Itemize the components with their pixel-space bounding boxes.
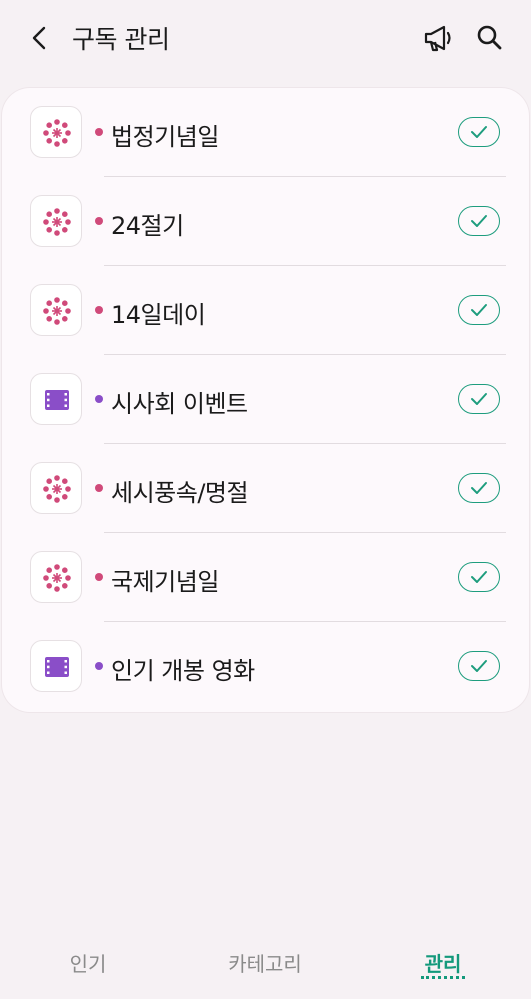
subscribed-toggle-button[interactable]: [458, 206, 500, 236]
page-title: 구독 관리: [72, 25, 170, 54]
check-icon: [471, 660, 487, 672]
chevron-left-icon: [32, 26, 46, 50]
subscribed-toggle-button[interactable]: [458, 562, 500, 592]
subscription-row[interactable]: 법정기념일: [2, 88, 529, 177]
tab-category[interactable]: 카테고리: [195, 948, 335, 977]
bottom-nav: 인기 카테고리 관리: [0, 930, 531, 999]
subscription-row[interactable]: 세시풍속/명절: [2, 444, 529, 533]
check-icon: [471, 304, 487, 316]
tab-popular[interactable]: 인기: [18, 948, 158, 977]
subscription-row[interactable]: 국제기념일: [2, 533, 529, 622]
search-button[interactable]: [472, 20, 508, 56]
calendar-app-icon: [30, 195, 82, 247]
color-dot: [95, 395, 103, 403]
check-icon: [471, 126, 487, 138]
dots-circle-icon: [43, 475, 71, 503]
color-dot: [95, 662, 103, 670]
subscription-label: 시사회 이벤트: [111, 390, 248, 418]
subscription-row[interactable]: 인기 개봉 영화: [2, 622, 529, 711]
color-dot: [95, 484, 103, 492]
calendar-app-icon: [30, 462, 82, 514]
film-icon: [45, 657, 69, 677]
subscribed-toggle-button[interactable]: [458, 473, 500, 503]
search-icon: [477, 25, 502, 50]
check-icon: [471, 393, 487, 405]
subscribed-toggle-button[interactable]: [458, 295, 500, 325]
film-icon: [45, 390, 69, 410]
subscription-list: 법정기념일 24절기 14일데이 시사회 이벤트세시풍속/명절국제기념일 인기 개봉…: [2, 88, 529, 712]
subscription-label: 법정기념일: [111, 123, 219, 151]
calendar-app-icon: [30, 284, 82, 336]
notice-button[interactable]: [420, 20, 456, 56]
megaphone-icon: [424, 25, 451, 52]
subscription-label: 24절기: [111, 212, 184, 240]
active-tab-indicator: [421, 976, 465, 979]
subscription-label: 14일데이: [111, 301, 206, 329]
subscribed-toggle-button[interactable]: [458, 117, 500, 147]
subscription-row[interactable]: 24절기: [2, 177, 529, 266]
app-header: 구독 관리: [0, 0, 531, 76]
dots-circle-icon: [43, 564, 71, 592]
dots-circle-icon: [43, 297, 71, 325]
subscription-label: 인기 개봉 영화: [111, 657, 255, 685]
back-button[interactable]: [24, 22, 56, 54]
subscription-row[interactable]: 14일데이: [2, 266, 529, 355]
calendar-app-icon: [30, 551, 82, 603]
calendar-app-icon: [30, 373, 82, 425]
subscription-label: 세시풍속/명절: [111, 479, 249, 507]
color-dot: [95, 573, 103, 581]
dots-circle-icon: [43, 119, 71, 147]
dots-circle-icon: [43, 208, 71, 236]
check-icon: [471, 571, 487, 583]
calendar-app-icon: [30, 640, 82, 692]
subscription-label: 국제기념일: [111, 568, 219, 596]
subscription-row[interactable]: 시사회 이벤트: [2, 355, 529, 444]
subscribed-toggle-button[interactable]: [458, 651, 500, 681]
check-icon: [471, 215, 487, 227]
tab-manage[interactable]: 관리: [373, 948, 513, 977]
color-dot: [95, 128, 103, 136]
color-dot: [95, 306, 103, 314]
check-icon: [471, 482, 487, 494]
subscribed-toggle-button[interactable]: [458, 384, 500, 414]
calendar-app-icon: [30, 106, 82, 158]
color-dot: [95, 217, 103, 225]
